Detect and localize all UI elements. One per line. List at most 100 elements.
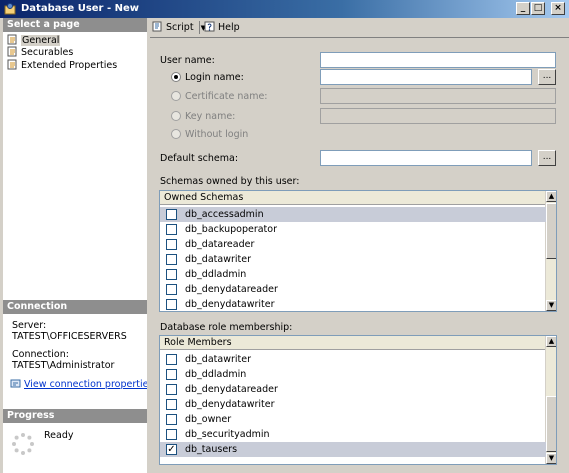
page-item-label: Securables [21,47,74,58]
server-value: TATEST\OFFICESERVERS [12,331,127,342]
server-label: Server: [12,320,47,331]
scroll-down-button[interactable]: ▼ [546,453,556,464]
user-name-input[interactable] [320,52,556,68]
owned-schemas-scrollbar[interactable]: ▲ ▼ [545,191,556,311]
script-icon [152,21,162,32]
list-row[interactable]: db_denydatareader [160,382,546,397]
default-schema-label: Default schema: [160,153,239,164]
row-checkbox[interactable] [166,299,177,310]
help-button[interactable]: Help [204,21,240,33]
list-row[interactable]: db_denydatawriter [160,297,546,311]
page-item-extended-properties[interactable]: Extended Properties [7,59,117,72]
database-user-icon [4,3,16,15]
help-icon [204,21,215,32]
schemas-owned-label: Schemas owned by this user: [160,176,300,187]
row-checkbox[interactable] [166,384,177,395]
right-pane: Script ▼ Help User name: Login name: ...… [150,18,569,473]
list-row[interactable]: db_datawriter [160,252,546,267]
connection-properties-icon [10,379,21,388]
row-checkbox[interactable] [166,354,177,365]
default-schema-input[interactable] [320,150,532,166]
row-name: db_denydatawriter [185,299,275,310]
list-row[interactable]: db_securityadmin [160,427,546,442]
page-item-securables[interactable]: Securables [7,46,73,59]
view-connection-properties[interactable]: View connection properties [10,378,153,390]
row-name: db_ddladmin [185,369,247,380]
row-checkbox[interactable] [166,369,177,380]
close-button[interactable]: × [551,2,565,15]
role-members-scrollbar[interactable]: ▲ ▼ [545,336,556,464]
scroll-up-button[interactable]: ▲ [546,336,556,347]
progress-status: Ready [44,430,74,441]
certificate-name-label: Certificate name: [185,91,268,102]
role-members-column-header[interactable]: Role Members [160,336,546,350]
row-name: db_datawriter [185,354,251,365]
row-checkbox[interactable] [166,399,177,410]
owned-schemas-column-header[interactable]: Owned Schemas [160,191,546,205]
row-checkbox[interactable] [166,224,177,235]
row-checkbox[interactable] [166,284,177,295]
scroll-thumb[interactable] [546,396,556,452]
without-login-radio[interactable] [171,129,181,139]
row-checkbox[interactable] [166,414,177,425]
key-name-input [320,108,556,124]
row-checkbox[interactable]: ✓ [166,444,177,455]
row-name: db_owner [185,414,232,425]
scroll-down-button[interactable]: ▼ [546,300,556,311]
row-name: db_datareader [185,239,255,250]
script-button[interactable]: Script ▼ [152,21,206,33]
row-name: db_securityadmin [185,429,270,440]
view-connection-link[interactable]: View connection properties [24,379,153,390]
scroll-thumb[interactable] [546,203,556,259]
login-name-radio[interactable] [171,72,181,82]
role-members-list: Role Members ▲ ▼ db_datawriter db_ddladmi… [159,335,557,465]
connection-header: Connection [3,300,147,314]
list-row[interactable]: db_denydatareader [160,282,546,297]
window-title: Database User - New [21,3,139,14]
page-icon [7,59,17,70]
row-checkbox[interactable] [166,254,177,265]
list-row[interactable]: db_ddladmin [160,267,546,282]
row-checkbox[interactable] [166,209,177,220]
row-name: db_denydatareader [185,284,278,295]
list-row[interactable]: db_denydatawriter [160,397,546,412]
list-row[interactable]: db_ddladmin [160,367,546,382]
connection-value: TATEST\Administrator [12,360,115,371]
row-checkbox[interactable] [166,239,177,250]
list-row[interactable]: db_owner [160,412,546,427]
row-checkbox[interactable] [166,269,177,280]
connection-label: Connection: [12,349,69,360]
scroll-up-button[interactable]: ▲ [546,191,556,202]
row-checkbox[interactable] [166,429,177,440]
login-browse-button[interactable]: ... [538,69,556,85]
row-name: db_ddladmin [185,269,247,280]
list-row[interactable]: db_backupoperator [160,222,546,237]
row-name: db_backupoperator [185,224,278,235]
help-label: Help [218,22,240,33]
page-icon [7,46,17,57]
user-name-label: User name: [160,55,215,66]
key-name-label: Key name: [185,111,236,122]
title-bar: Database User - New _ □ × [0,0,569,18]
list-row[interactable]: db_datawriter [160,352,546,367]
certificate-name-radio[interactable] [171,91,181,101]
row-name: db_denydatawriter [185,399,275,410]
list-row[interactable]: ✓ db_tausers [160,442,546,457]
toolbar: Script ▼ Help [150,18,569,38]
row-name: db_denydatareader [185,384,278,395]
key-name-radio[interactable] [171,111,181,121]
page-item-label: General [21,35,61,46]
row-name: db_tausers [185,444,238,455]
progress-spinner-icon [12,433,34,455]
login-name-input[interactable] [320,69,532,85]
minimize-button[interactable]: _ [516,2,530,15]
page-icon [7,34,17,45]
owned-schemas-list: Owned Schemas ▲ ▼ db_accessadmin db_backu… [159,190,557,312]
without-login-label: Without login [185,129,249,140]
list-row[interactable]: db_accessadmin [160,207,546,222]
row-name: db_datawriter [185,254,251,265]
left-pane: Select a page General Securables Extende… [3,18,153,473]
list-row[interactable]: db_datareader [160,237,546,252]
maximize-button[interactable]: □ [531,2,545,15]
default-schema-browse-button[interactable]: ... [538,150,556,166]
